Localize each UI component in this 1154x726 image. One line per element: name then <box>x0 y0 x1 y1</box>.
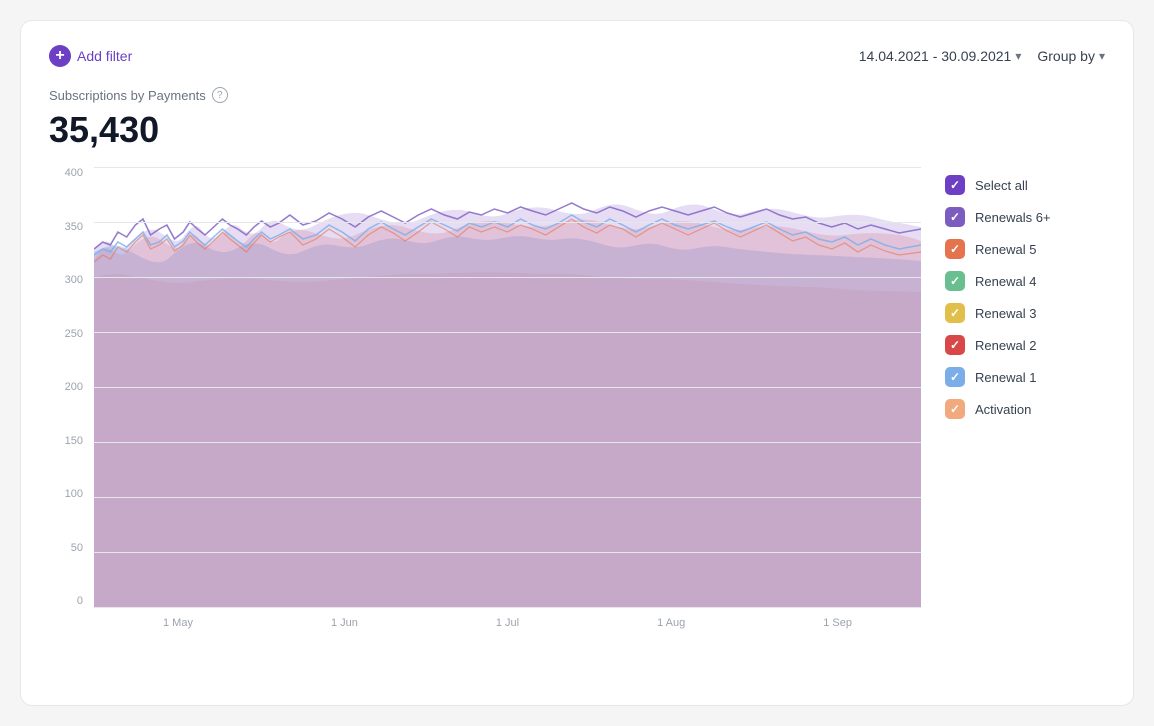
x-label-sep: 1 Sep <box>823 617 852 629</box>
y-label-0: 0 <box>77 595 83 607</box>
renewal1-checkbox[interactable]: ✓ <box>945 367 965 387</box>
select-all-label: Select all <box>975 178 1028 193</box>
renewal1-label: Renewal 1 <box>975 370 1036 385</box>
total-value: 35,430 <box>49 109 1105 151</box>
renewals6-checkbox[interactable]: ✓ <box>945 207 965 227</box>
activation-checkmark: ✓ <box>950 402 960 416</box>
renewal4-label: Renewal 4 <box>975 274 1036 289</box>
legend-item-renewal4[interactable]: ✓ Renewal 4 <box>945 271 1105 291</box>
activation-checkbox[interactable]: ✓ <box>945 399 965 419</box>
y-label-400: 400 <box>65 167 83 179</box>
group-by-label: Group by <box>1037 48 1095 64</box>
grid-line-400 <box>94 167 921 168</box>
activation-label: Activation <box>975 402 1031 417</box>
legend-select-all[interactable]: ✓ Select all <box>945 175 1105 195</box>
grid-line-50 <box>94 552 921 553</box>
chart-area: 400 350 300 250 200 150 100 50 0 <box>49 167 1105 647</box>
y-axis: 400 350 300 250 200 150 100 50 0 <box>49 167 89 607</box>
renewal3-checkmark: ✓ <box>950 306 960 320</box>
renewal2-checkbox[interactable]: ✓ <box>945 335 965 355</box>
select-all-checkmark: ✓ <box>950 178 960 192</box>
x-label-jun: 1 Jun <box>331 617 358 629</box>
section-title: Subscriptions by Payments ? <box>49 87 1105 103</box>
grid-line-150 <box>94 442 921 443</box>
y-label-350: 350 <box>65 221 83 233</box>
date-range-chevron-icon: ▾ <box>1015 49 1021 63</box>
add-filter-button[interactable]: + Add filter <box>49 45 132 67</box>
legend: ✓ Select all ✓ Renewals 6+ ✓ Renewal 5 <box>945 167 1105 647</box>
add-filter-icon: + <box>49 45 71 67</box>
renewal5-checkmark: ✓ <box>950 242 960 256</box>
info-icon[interactable]: ? <box>212 87 228 103</box>
y-label-50: 50 <box>71 542 83 554</box>
renewal5-checkbox[interactable]: ✓ <box>945 239 965 259</box>
y-label-200: 200 <box>65 381 83 393</box>
legend-item-renewal2[interactable]: ✓ Renewal 2 <box>945 335 1105 355</box>
renewal2-checkmark: ✓ <box>950 338 960 352</box>
renewals6-checkmark: ✓ <box>950 210 960 224</box>
legend-item-activation[interactable]: ✓ Activation <box>945 399 1105 419</box>
chart-svg-area <box>94 167 921 607</box>
legend-item-renewal5[interactable]: ✓ Renewal 5 <box>945 239 1105 259</box>
add-filter-label: Add filter <box>77 48 132 64</box>
renewal1-checkmark: ✓ <box>950 370 960 384</box>
renewal3-label: Renewal 3 <box>975 306 1036 321</box>
x-label-may: 1 May <box>163 617 193 629</box>
x-label-jul: 1 Jul <box>496 617 519 629</box>
top-bar: + Add filter 14.04.2021 - 30.09.2021 ▾ G… <box>49 45 1105 67</box>
y-label-100: 100 <box>65 488 83 500</box>
top-right-controls: 14.04.2021 - 30.09.2021 ▾ Group by ▾ <box>859 48 1105 64</box>
grid-line-350 <box>94 222 921 223</box>
renewal3-checkbox[interactable]: ✓ <box>945 303 965 323</box>
renewal4-checkmark: ✓ <box>950 274 960 288</box>
legend-item-renewal3[interactable]: ✓ Renewal 3 <box>945 303 1105 323</box>
x-axis: 1 May 1 Jun 1 Jul 1 Aug 1 Sep <box>94 611 921 647</box>
x-label-aug: 1 Aug <box>657 617 685 629</box>
renewal5-label: Renewal 5 <box>975 242 1036 257</box>
y-label-300: 300 <box>65 274 83 286</box>
main-card: + Add filter 14.04.2021 - 30.09.2021 ▾ G… <box>20 20 1134 706</box>
grid-line-100 <box>94 497 921 498</box>
grid-line-0 <box>94 607 921 608</box>
renewal4-checkbox[interactable]: ✓ <box>945 271 965 291</box>
grid-line-200 <box>94 387 921 388</box>
group-by-dropdown[interactable]: Group by ▾ <box>1037 48 1105 64</box>
select-all-checkbox[interactable]: ✓ <box>945 175 965 195</box>
legend-item-renewals6[interactable]: ✓ Renewals 6+ <box>945 207 1105 227</box>
grid-line-300 <box>94 277 921 278</box>
grid-line-250 <box>94 332 921 333</box>
y-label-250: 250 <box>65 328 83 340</box>
date-range-value: 14.04.2021 - 30.09.2021 <box>859 48 1012 64</box>
renewals6-label: Renewals 6+ <box>975 210 1051 225</box>
legend-item-renewal1[interactable]: ✓ Renewal 1 <box>945 367 1105 387</box>
section-title-text: Subscriptions by Payments <box>49 88 206 103</box>
renewals6-area <box>94 204 921 607</box>
date-range-picker[interactable]: 14.04.2021 - 30.09.2021 ▾ <box>859 48 1022 64</box>
y-label-150: 150 <box>65 435 83 447</box>
renewal2-label: Renewal 2 <box>975 338 1036 353</box>
chart-container: 400 350 300 250 200 150 100 50 0 <box>49 167 921 647</box>
group-by-chevron-icon: ▾ <box>1099 49 1105 63</box>
